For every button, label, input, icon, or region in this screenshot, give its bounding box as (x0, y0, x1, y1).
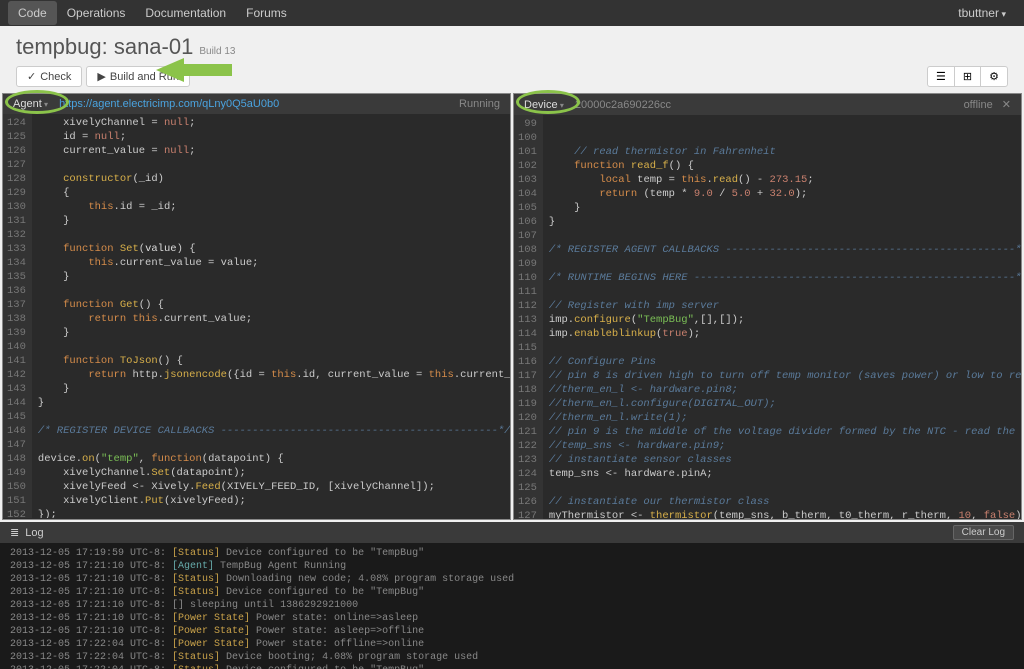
device-pane-title[interactable]: Device (524, 99, 564, 111)
topbar-item-operations[interactable]: Operations (57, 1, 136, 25)
check-button[interactable]: ✓Check (16, 66, 82, 87)
check-icon: ✓ (27, 70, 36, 83)
settings-button[interactable]: ⚙ (980, 66, 1008, 87)
build-run-button[interactable]: ▶Build and Run (86, 66, 190, 87)
topbar-nav: CodeOperationsDocumentationForums (8, 1, 297, 25)
device-code-editor[interactable]: 9910010110210310410510610710810911011111… (514, 115, 1021, 519)
topbar: CodeOperationsDocumentationForums tbuttn… (0, 0, 1024, 26)
agent-pane-title[interactable]: Agent (13, 98, 48, 110)
agent-pane: Agent https://agent.electricimp.com/qLny… (2, 93, 511, 520)
device-id: 20000c2a690226cc (575, 99, 671, 111)
log-header: ≣ Log Clear Log (0, 522, 1024, 543)
agent-pane-header: Agent https://agent.electricimp.com/qLny… (3, 94, 510, 114)
log-icon: ≣ (10, 526, 19, 539)
toolbar: ✓Check ▶Build and Run ☰ ⊞ ⚙ (16, 66, 1008, 87)
build-label: Build 13 (199, 46, 235, 57)
agent-status: Running (459, 98, 500, 110)
device-pane-header: Device 20000c2a690226cc offline ✕ (514, 94, 1021, 115)
view-list-button[interactable]: ☰ (927, 66, 955, 87)
user-menu[interactable]: tbuttner (948, 1, 1016, 25)
close-icon[interactable]: ✕ (1002, 99, 1011, 111)
topbar-item-code[interactable]: Code (8, 1, 57, 25)
device-status: offline (964, 99, 993, 111)
view-grid-button[interactable]: ⊞ (955, 66, 980, 87)
device-pane: Device 20000c2a690226cc offline ✕ 991001… (513, 93, 1022, 520)
log-body[interactable]: 2013-12-05 17:19:59 UTC-8: [Status] Devi… (0, 543, 1024, 669)
play-icon: ▶ (97, 70, 105, 83)
topbar-item-documentation[interactable]: Documentation (135, 1, 236, 25)
header: tempbug: sana-01 Build 13 ✓Check ▶Build … (0, 26, 1024, 93)
log-title: Log (25, 527, 43, 539)
topbar-item-forums[interactable]: Forums (236, 1, 297, 25)
agent-code-editor[interactable]: 1241251261271281291301311321331341351361… (3, 114, 510, 518)
clear-log-button[interactable]: Clear Log (953, 525, 1014, 540)
log-section: ≣ Log Clear Log 2013-12-05 17:19:59 UTC-… (0, 522, 1024, 669)
editor-panes: Agent https://agent.electricimp.com/qLny… (0, 93, 1024, 520)
project-title: tempbug: sana-01 (16, 34, 193, 60)
agent-url[interactable]: https://agent.electricimp.com/qLny0Q5aU0… (59, 98, 279, 110)
